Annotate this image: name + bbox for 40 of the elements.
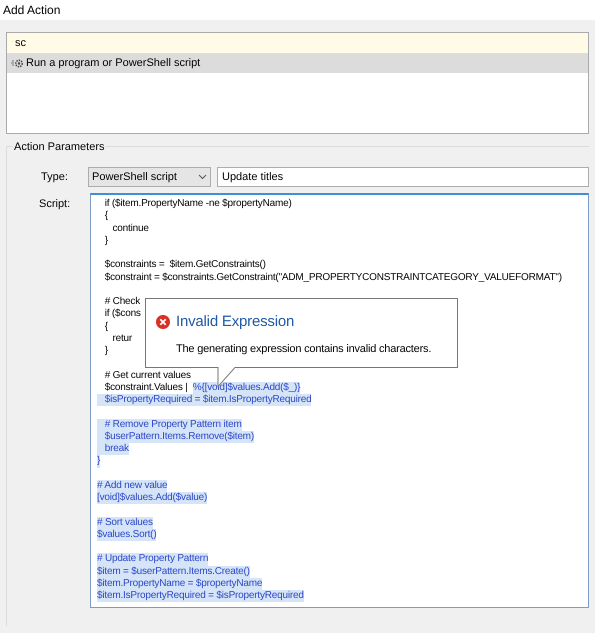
script-editor[interactable] bbox=[90, 193, 589, 608]
code-text: [void]$values.Add($value) bbox=[97, 492, 208, 504]
code-text: # Check bbox=[104, 296, 140, 308]
code-text: $constraint.Values | bbox=[104, 382, 189, 394]
code-text: $item = $userPattern.Items.Create() bbox=[97, 566, 250, 578]
code-text: $constraints = $item.GetConstraints() bbox=[104, 259, 266, 272]
code-text: # Sort values bbox=[97, 516, 153, 529]
code-text: if ($item.PropertyName -ne $propertyName) bbox=[104, 198, 292, 210]
code-text: # Update Property Pattern bbox=[97, 553, 208, 566]
error-icon bbox=[156, 315, 170, 330]
code-text: $values.Sort() bbox=[97, 528, 156, 541]
action-list-item[interactable]: Run a program or PowerShell script bbox=[7, 54, 588, 73]
window-title: Add Action bbox=[3, 3, 60, 17]
code-text: if ($cons bbox=[104, 308, 141, 320]
gear-icon bbox=[11, 58, 24, 69]
code-text: $item.PropertyName = $propertyName bbox=[97, 578, 262, 590]
code-text: break bbox=[97, 443, 129, 456]
name-field[interactable]: Update titles bbox=[217, 167, 589, 187]
code-text: continue bbox=[111, 222, 149, 235]
code-text: %{[void]$values.Add($_)} bbox=[192, 382, 300, 394]
code-text: # Get current values bbox=[104, 370, 191, 382]
code-text: $constraint = $constraints.GetConstraint("ADM_PROPERTYCONSTRAINTCATEGORY_VALUEFORMAT") bbox=[104, 272, 562, 284]
code-text: # Remove Property Pattern item bbox=[97, 418, 242, 431]
code-text: } bbox=[104, 345, 108, 358]
code-text: $item.IsPropertyRequired = $isPropertyRequired bbox=[97, 590, 304, 602]
type-dropdown[interactable]: PowerShell script bbox=[88, 167, 211, 187]
search-field[interactable]: sc bbox=[7, 33, 588, 54]
code-text: $userPattern.Items.Remove($item) bbox=[97, 430, 254, 443]
tooltip-message: The generating expression contains invalid characters. bbox=[176, 342, 432, 354]
script-label: Script: bbox=[39, 197, 72, 212]
code-text: retur bbox=[111, 332, 132, 345]
chevron-icon bbox=[198, 174, 207, 180]
type-label: Type: bbox=[41, 170, 69, 185]
code-text: $isPropertyRequired = $item.IsPropertyRequired bbox=[97, 394, 312, 406]
code-text: { bbox=[104, 320, 108, 333]
code-text: # Add new value bbox=[97, 480, 168, 492]
code-text: } bbox=[104, 234, 108, 247]
code-text: } bbox=[97, 455, 100, 468]
code-text: { bbox=[104, 210, 108, 222]
tooltip-title: Invalid Expression bbox=[176, 312, 294, 332]
